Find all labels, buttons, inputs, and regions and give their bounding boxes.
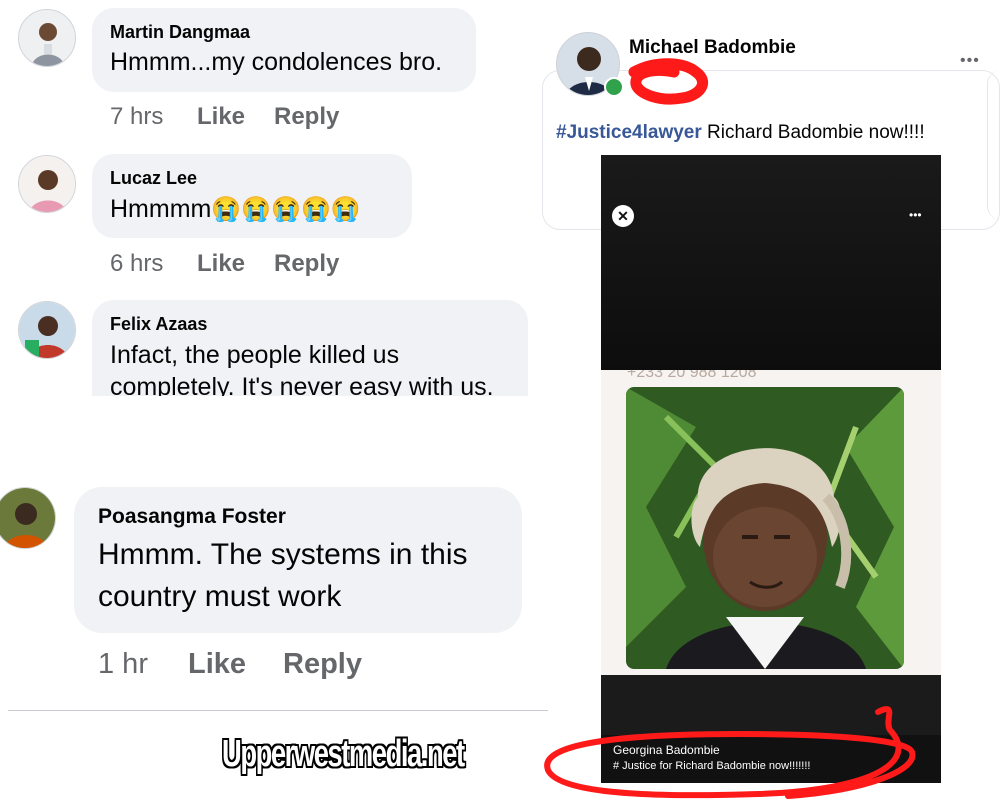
divider <box>8 710 548 711</box>
like-label: Like <box>197 103 246 130</box>
lawyer-photo <box>626 387 904 669</box>
comment-author[interactable]: Felix Azaas <box>110 314 207 335</box>
comment-author[interactable]: Poasangma Foster <box>98 505 286 529</box>
comment-time[interactable]: 7 hrs <box>110 103 163 131</box>
next-card-edge <box>987 70 1000 220</box>
more-options-icon[interactable]: ••• <box>960 52 980 70</box>
post-author[interactable]: Michael Badombie <box>629 37 796 59</box>
reply-button[interactable]: Reply <box>274 250 339 278</box>
comment-text: Hmmmm😭😭😭😭😭 <box>110 193 361 226</box>
comment-time[interactable]: 6 hrs <box>110 250 163 278</box>
like-label: Like <box>197 250 246 277</box>
comment-author[interactable]: Lucaz Lee <box>110 168 197 189</box>
reply-button[interactable]: Reply <box>274 103 339 131</box>
reply-label: Reply <box>283 648 362 680</box>
comment-text-line: Hmmm. The systems in this <box>98 538 468 571</box>
online-status-indicator <box>604 77 624 97</box>
video-dark-area <box>601 155 941 370</box>
reply-label: Reply <box>274 250 340 277</box>
comment-time[interactable]: 1 hr <box>98 648 148 681</box>
crying-emoji-icon: 😭😭😭😭😭 <box>211 196 361 223</box>
reply-label: Reply <box>274 103 340 130</box>
video-player[interactable]: ✕ ••• +233 20 988 1208 Georgina Badombie… <box>601 155 941 783</box>
watermark: Upperwestmedia.net <box>222 733 465 775</box>
like-button[interactable]: Like <box>197 103 245 131</box>
close-icon[interactable]: ✕ <box>612 205 634 227</box>
avatar[interactable] <box>18 9 76 67</box>
reply-button[interactable]: Reply <box>283 648 362 681</box>
like-label: Like <box>188 648 247 680</box>
avatar[interactable] <box>0 487 56 549</box>
hashtag-link[interactable]: #Justice4lawyer <box>556 122 702 143</box>
comment-text: Hmmm...my condolences bro. <box>110 48 443 76</box>
phone-number-text: +233 20 988 1208 <box>627 370 757 381</box>
red-marker-circle <box>544 706 916 799</box>
video-more-icon[interactable]: ••• <box>909 208 922 222</box>
comment-text-line: country must work <box>98 580 342 613</box>
post-text: #Justice4lawyer Richard Badombie now!!!! <box>556 122 925 144</box>
comment-clip: Felix Azaas Infact, the people killed us… <box>0 298 540 396</box>
comment-author[interactable]: Martin Dangmaa <box>110 22 250 43</box>
comment-text-main: Hmmmm <box>110 195 212 223</box>
post-text-body: Richard Badombie now!!!! <box>701 122 925 143</box>
avatar[interactable] <box>18 155 76 213</box>
comment-text-line: completely. It's never easy with us. <box>110 373 494 396</box>
like-button[interactable]: Like <box>197 250 245 278</box>
comment-text-line: Infact, the people killed us <box>110 341 400 369</box>
video-frame: +233 20 988 1208 <box>601 370 941 675</box>
redaction-scribble <box>628 58 708 105</box>
like-button[interactable]: Like <box>188 648 246 681</box>
